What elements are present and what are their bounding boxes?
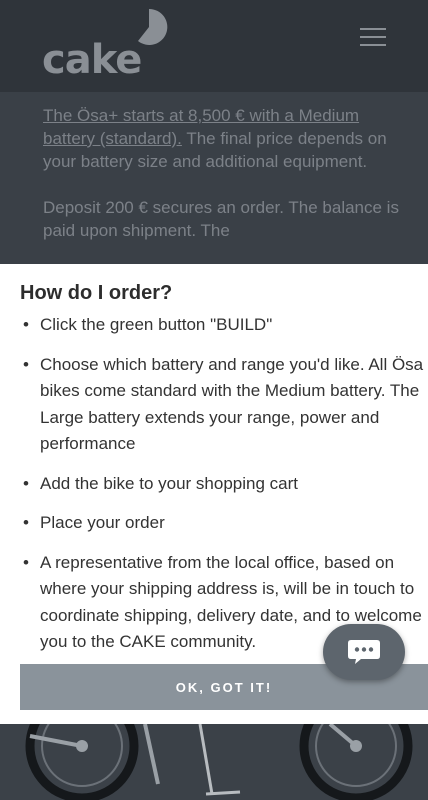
pricing-paragraph: The Ösa+ starts at 8,500 € with a Medium… — [43, 104, 403, 173]
deposit-paragraph: Deposit 200 € secures an order. The bala… — [43, 198, 399, 240]
hamburger-menu-icon[interactable] — [358, 25, 388, 49]
list-item: Click the green button "BUILD" — [20, 312, 428, 339]
bike-illustration — [25, 724, 413, 800]
cake-logo[interactable]: cake — [42, 8, 172, 83]
pricing-intro: The Ösa+ starts at 8,500 € with a Medium… — [43, 104, 403, 265]
modal-title: How do I order? — [20, 282, 173, 304]
list-item: Place your order — [20, 510, 428, 537]
list-item: Choose which battery and range you'd lik… — [20, 352, 428, 458]
chat-button[interactable] — [323, 624, 405, 680]
chat-bubble-icon — [348, 640, 380, 664]
site-header: cake — [0, 0, 428, 92]
list-item: Add the bike to your shopping cart — [20, 471, 428, 498]
order-steps-list: Click the green button "BUILD" Choose wh… — [20, 312, 428, 669]
bike-image — [0, 724, 428, 800]
logo-text: cake — [42, 37, 142, 83]
